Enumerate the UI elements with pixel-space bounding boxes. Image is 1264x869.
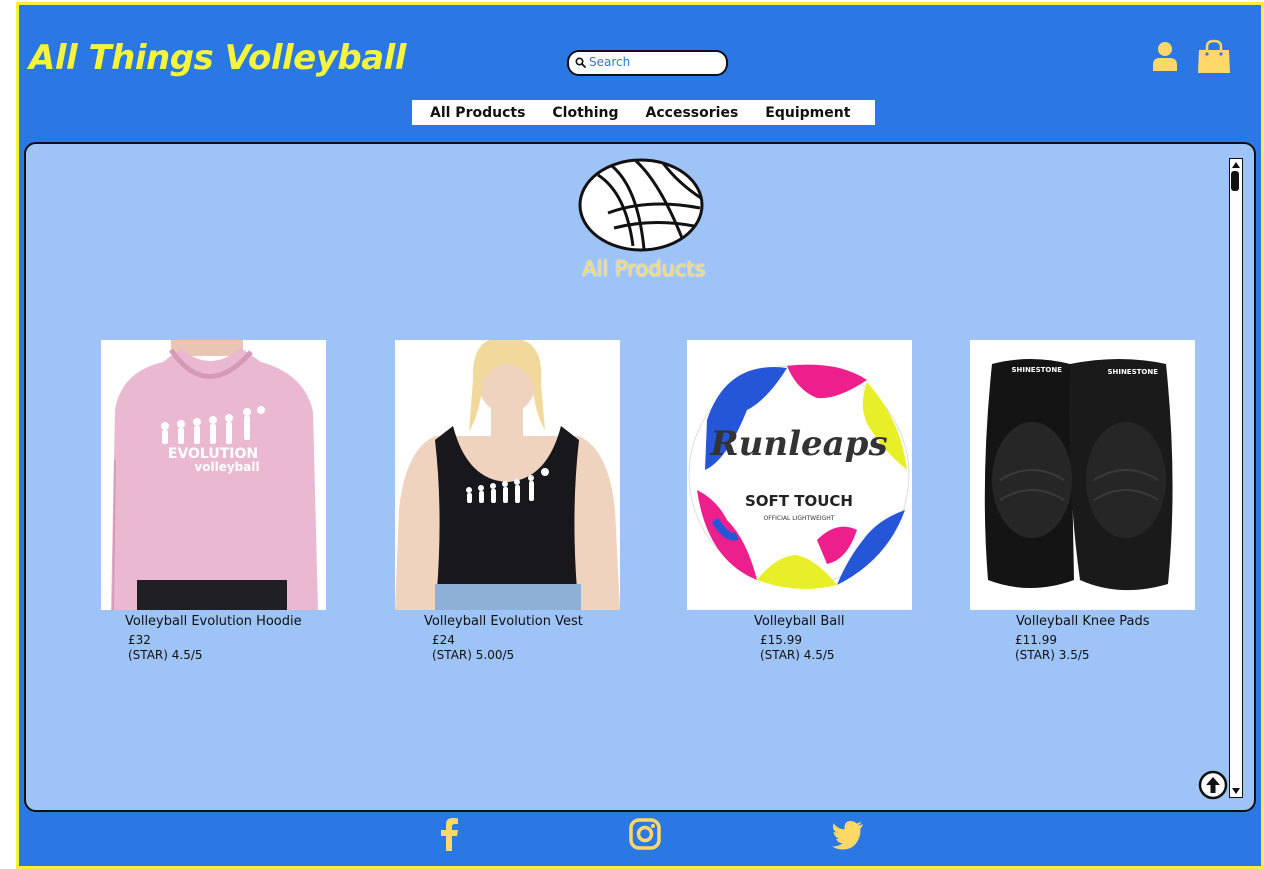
product-name[interactable]: Volleyball Ball: [754, 614, 912, 629]
user-icon: [1153, 42, 1177, 71]
search-icon: [575, 57, 586, 68]
scroll-up-icon[interactable]: [1230, 160, 1242, 170]
nav-item-equipment[interactable]: Equipment: [765, 105, 850, 121]
product-image-vest[interactable]: [395, 340, 620, 610]
account-button[interactable]: [1152, 40, 1178, 76]
knee-pad-brand-left: SHINESTONE: [1011, 366, 1062, 374]
product-card[interactable]: Volleyball Evolution Vest £24 (STAR) 5.0…: [395, 340, 620, 663]
volleyball-logo-icon: [578, 158, 704, 256]
facebook-icon: [441, 818, 458, 851]
scroll-down-icon[interactable]: [1230, 786, 1242, 796]
nav-item-clothing[interactable]: Clothing: [552, 105, 618, 121]
product-price: £15.99: [760, 633, 802, 647]
nav-item-accessories[interactable]: Accessories: [646, 105, 739, 121]
site-title[interactable]: All Things Volleyball: [29, 38, 406, 78]
product-name[interactable]: Volleyball Evolution Vest: [424, 614, 620, 629]
product-price: £24: [432, 633, 455, 647]
scrollbar[interactable]: [1229, 158, 1243, 798]
page-title: All Products: [582, 257, 706, 281]
shopping-bag-icon: [1198, 39, 1230, 73]
ball-small-text: OFFICIAL LIGHTWEIGHT: [764, 515, 835, 522]
product-card[interactable]: Runleaps SOFT TOUCH OFFICIAL LIGHTWEIGHT…: [687, 340, 912, 663]
main-nav: All Products Clothing Accessories Equipm…: [412, 100, 875, 125]
hoodie-print-line2: volleyball: [194, 460, 259, 474]
back-to-top-icon: [1198, 770, 1228, 800]
product-card[interactable]: SHINESTONE SHINESTONE Volleyball Knee Pa…: [970, 340, 1195, 663]
ball-label-text: SOFT TOUCH: [745, 492, 853, 510]
product-card[interactable]: EVOLUTION volleyball Volleyball Evolutio…: [101, 340, 326, 663]
instagram-icon: [629, 818, 661, 850]
back-to-top-button[interactable]: [1198, 770, 1228, 804]
product-name[interactable]: Volleyball Knee Pads: [1016, 614, 1195, 629]
product-rating: (STAR) 4.5/5: [760, 648, 835, 662]
page-frame: All Things Volleyball All Products Cloth…: [16, 2, 1264, 869]
nav-item-all-products[interactable]: All Products: [430, 105, 525, 121]
product-rating: (STAR) 5.00/5: [432, 648, 515, 662]
scroll-thumb[interactable]: [1231, 171, 1239, 191]
product-image-hoodie[interactable]: EVOLUTION volleyball: [101, 340, 326, 610]
cart-button[interactable]: [1197, 39, 1231, 79]
product-rating: (STAR) 4.5/5: [128, 648, 203, 662]
twitter-icon: [832, 821, 863, 850]
twitter-link[interactable]: [832, 817, 864, 855]
product-name[interactable]: Volleyball Evolution Hoodie: [125, 614, 326, 629]
content-panel: All Products EVOLUTION volleyball Volley…: [24, 142, 1256, 812]
product-image-ball[interactable]: Runleaps SOFT TOUCH OFFICIAL LIGHTWEIGHT: [687, 340, 912, 610]
social-footer: [19, 817, 1261, 862]
product-rating: (STAR) 3.5/5: [1015, 648, 1090, 662]
product-price: £11.99: [1015, 633, 1057, 647]
search-box[interactable]: [567, 50, 728, 76]
product-price: £32: [128, 633, 151, 647]
facebook-link[interactable]: [437, 817, 461, 855]
instagram-link[interactable]: [629, 817, 661, 855]
knee-pad-brand-right: SHINESTONE: [1107, 368, 1158, 376]
search-input[interactable]: [589, 54, 717, 70]
ball-brand-text: Runleaps: [709, 424, 887, 464]
product-image-knee-pads[interactable]: SHINESTONE SHINESTONE: [970, 340, 1195, 610]
